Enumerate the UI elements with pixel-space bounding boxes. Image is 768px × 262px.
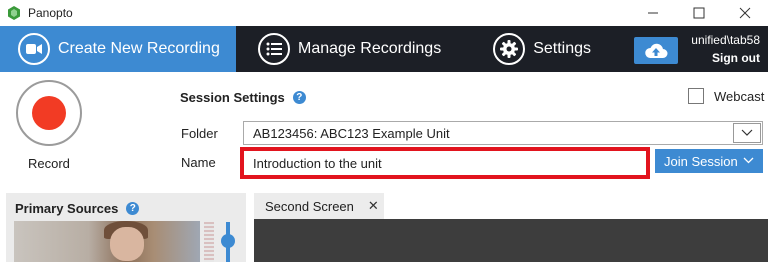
close-button[interactable] (722, 0, 768, 26)
webcast-checkbox[interactable] (688, 88, 704, 104)
close-icon[interactable]: ✕ (368, 198, 379, 214)
help-icon[interactable]: ? (126, 202, 140, 215)
user-info: unified\tab58 Sign out (691, 32, 760, 66)
title-bar: Panopto (0, 0, 768, 26)
upload-button[interactable] (634, 37, 678, 64)
name-label: Name (181, 155, 216, 170)
join-session-label: Join Session (664, 153, 738, 169)
session-settings-heading: Session Settings ? (180, 90, 306, 105)
tab-create-label: Create New Recording (58, 40, 220, 57)
primary-sources-heading: Primary Sources ? (15, 201, 140, 216)
webcast-option[interactable]: Webcast (688, 88, 764, 104)
list-icon (258, 33, 290, 65)
minimize-button[interactable] (630, 0, 676, 26)
webcast-label: Webcast (714, 88, 765, 104)
folder-value: AB123456: ABC123 Example Unit (253, 125, 450, 141)
tab-settings-label: Settings (533, 40, 592, 57)
audio-level-meter (204, 222, 214, 262)
session-name-value: Introduction to the unit (253, 155, 382, 171)
username: unified\tab58 (691, 33, 760, 47)
video-camera-icon (18, 33, 50, 65)
record-dot-icon (32, 96, 66, 130)
sign-out-link[interactable]: Sign out (691, 50, 760, 66)
preview-face (110, 227, 144, 261)
tab-manage-label: Manage Recordings (298, 40, 442, 57)
help-icon[interactable]: ? (292, 91, 306, 104)
tab-manage-recordings[interactable]: Manage Recordings (258, 26, 441, 72)
chevron-down-icon (743, 157, 754, 164)
folder-dropdown[interactable]: AB123456: ABC123 Example Unit (243, 121, 763, 145)
session-settings-title: Session Settings (180, 90, 285, 105)
gear-icon (493, 33, 526, 65)
maximize-button[interactable] (676, 0, 722, 26)
chevron-down-icon[interactable] (733, 123, 761, 143)
folder-label: Folder (181, 126, 218, 141)
primary-sources-title: Primary Sources (15, 201, 119, 216)
second-screen-preview (254, 219, 768, 262)
volume-slider-knob[interactable] (221, 234, 235, 248)
tab-second-screen[interactable]: Second Screen ✕ (254, 193, 384, 219)
cloud-upload-icon (645, 43, 668, 58)
join-session-button[interactable]: Join Session (655, 149, 763, 173)
tab-settings[interactable]: Settings (493, 26, 591, 72)
session-name-input[interactable]: Introduction to the unit (240, 147, 650, 179)
record-label: Record (28, 156, 70, 171)
camera-preview (14, 221, 200, 262)
maximize-icon (693, 7, 705, 19)
app-title: Panopto (28, 6, 73, 20)
minimize-icon (648, 12, 658, 14)
tab-create-new-recording[interactable]: Create New Recording (0, 26, 236, 72)
record-button[interactable] (16, 80, 82, 146)
second-screen-label: Second Screen (265, 198, 354, 214)
panopto-logo-icon (8, 6, 20, 20)
close-icon (739, 7, 751, 19)
